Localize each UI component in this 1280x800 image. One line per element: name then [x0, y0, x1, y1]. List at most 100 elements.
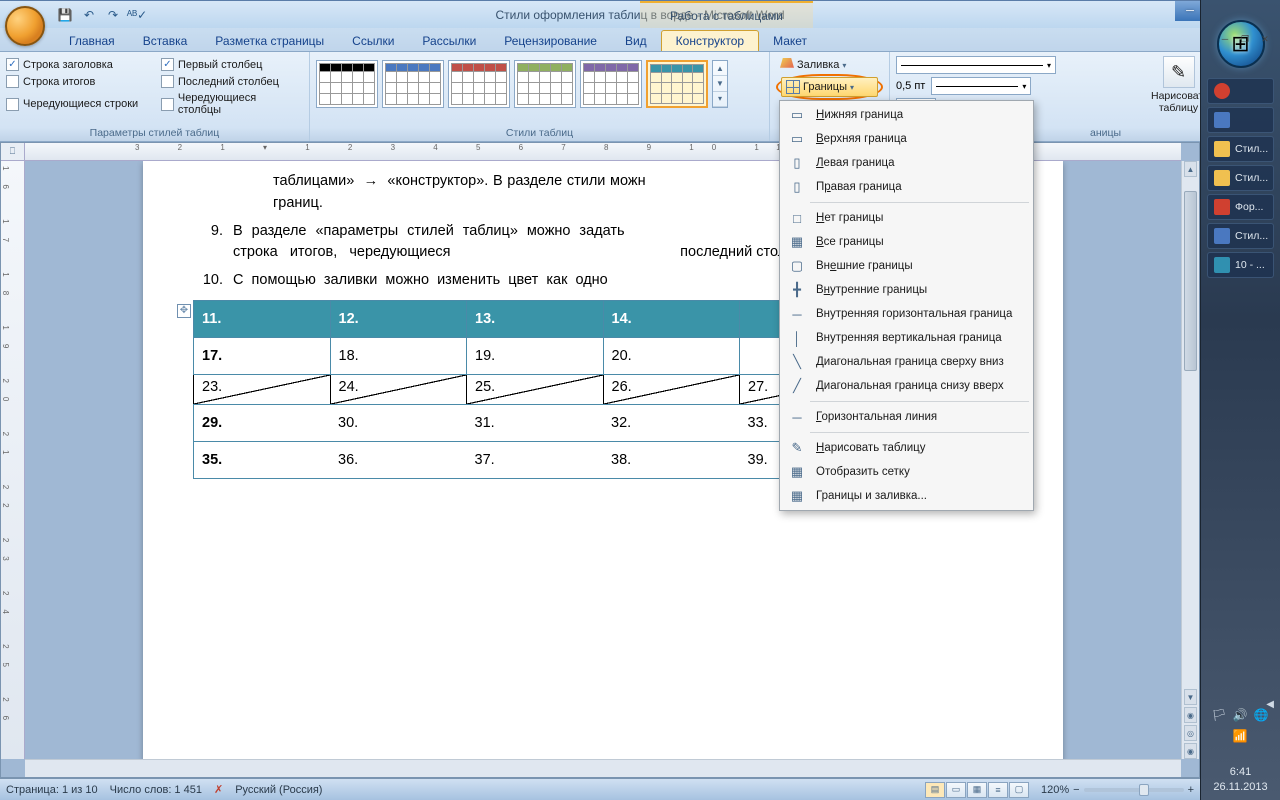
browse-object-icon[interactable]: ◎ — [1184, 725, 1197, 741]
prev-page-icon[interactable]: ◉ — [1184, 707, 1197, 723]
tab-insert[interactable]: Вставка — [129, 31, 202, 51]
status-word-count[interactable]: Число слов: 1 451 — [110, 784, 202, 796]
tab-design[interactable]: Конструктор — [661, 30, 759, 51]
dropdown-item[interactable]: ▭Нижняя граница — [782, 103, 1031, 127]
dropdown-item[interactable]: ╋Внутренние границы — [782, 278, 1031, 302]
dropdown-item[interactable]: ─Горизонтальная линия — [782, 405, 1031, 429]
view-outline[interactable]: ≡ — [988, 782, 1008, 798]
view-full-screen[interactable]: ▭ — [946, 782, 966, 798]
doc-minimize-icon[interactable]: ─ — [1216, 31, 1234, 47]
proofing-icon[interactable]: ✗ — [214, 783, 223, 796]
taskbar-item[interactable]: Стил... — [1207, 165, 1274, 191]
tab-view[interactable]: Вид — [611, 31, 661, 51]
style-thumb[interactable] — [514, 60, 576, 108]
scrollbar-vertical[interactable]: ▲ ▼ ◉ ◎ ◉ — [1181, 161, 1199, 759]
dropdown-item[interactable]: ▦Отобразить сетку — [782, 460, 1031, 484]
dropdown-item[interactable]: □Нет границы — [782, 206, 1031, 230]
view-print-layout[interactable]: ▤ — [925, 782, 945, 798]
style-thumb[interactable] — [448, 60, 510, 108]
zoom-slider[interactable] — [1084, 788, 1184, 792]
table-cell[interactable]: 14. — [603, 300, 740, 337]
borders-button[interactable]: Границы▾ — [781, 77, 878, 97]
taskbar-clock[interactable]: 6:41 26.11.2013 — [1201, 765, 1280, 794]
table-cell[interactable]: 32. — [603, 404, 740, 441]
view-web[interactable]: ▦ — [967, 782, 987, 798]
dropdown-item[interactable]: ▢Внешние границы — [782, 254, 1031, 278]
draw-table-button[interactable]: ✎Нарисовать таблицу — [1151, 56, 1206, 114]
table-cell[interactable]: 26. — [603, 374, 740, 404]
pen-weight-select[interactable]: ▾ — [931, 77, 1031, 95]
scroll-down-icon[interactable]: ▼ — [1184, 689, 1197, 705]
ruler-vertical[interactable]: 16 17 18 19 20 21 22 23 24 25 26 — [1, 161, 25, 759]
status-page[interactable]: Страница: 1 из 10 — [6, 784, 98, 796]
taskbar-item[interactable]: Фор... — [1207, 194, 1274, 220]
spellcheck-icon[interactable]: ᴬᴮ✓ — [127, 5, 147, 25]
redo-icon[interactable]: ↷ — [103, 5, 123, 25]
volume-icon[interactable]: 🔊 — [1233, 708, 1249, 724]
zoom-thumb[interactable] — [1139, 784, 1149, 796]
style-thumb[interactable] — [382, 60, 444, 108]
dropdown-item[interactable]: ▯Правая граница — [782, 175, 1031, 199]
dropdown-item[interactable]: ─Внутренняя горизонтальная граница — [782, 302, 1031, 326]
wifi-icon[interactable]: 📶 — [1233, 729, 1249, 745]
table-cell[interactable]: 19. — [467, 337, 604, 374]
table-cell[interactable]: 35. — [194, 441, 331, 478]
chk-first-column[interactable]: ✓Первый столбец — [161, 58, 301, 71]
taskbar-item[interactable] — [1207, 107, 1274, 133]
view-draft[interactable]: ▢ — [1009, 782, 1029, 798]
tab-references[interactable]: Ссылки — [338, 31, 408, 51]
table-cell[interactable]: 30. — [330, 404, 467, 441]
style-thumb-selected[interactable] — [646, 60, 708, 108]
style-thumb[interactable] — [316, 60, 378, 108]
style-thumb[interactable] — [580, 60, 642, 108]
next-page-icon[interactable]: ◉ — [1184, 743, 1197, 759]
taskbar-item[interactable]: 10 - ... — [1207, 252, 1274, 278]
table-cell[interactable]: 17. — [194, 337, 331, 374]
gallery-more-button[interactable]: ▲▼▾ — [712, 60, 728, 108]
table-cell[interactable]: 12. — [330, 300, 467, 337]
table-cell[interactable]: 38. — [603, 441, 740, 478]
scroll-up-icon[interactable]: ▲ — [1184, 161, 1197, 177]
dropdown-item[interactable]: ✎Нарисовать таблицу — [782, 436, 1031, 460]
chk-header-row[interactable]: ✓Строка заголовка — [6, 58, 146, 71]
dropdown-item[interactable]: ▭Верхняя граница — [782, 127, 1031, 151]
chk-total-row[interactable]: Строка итогов — [6, 75, 146, 88]
taskbar-item[interactable]: Стил... — [1207, 223, 1274, 249]
table-cell[interactable]: 11. — [194, 300, 331, 337]
dropdown-item[interactable]: ▦Все границы — [782, 230, 1031, 254]
chk-banded-columns[interactable]: Чередующиеся столбцы — [161, 92, 301, 116]
table-cell[interactable]: 20. — [603, 337, 740, 374]
table-cell[interactable]: 31. — [467, 404, 604, 441]
table-cell[interactable]: 23. — [194, 374, 331, 404]
tab-home[interactable]: Главная — [55, 31, 129, 51]
ruler-corner[interactable]: ⎕ — [1, 143, 25, 161]
chk-last-column[interactable]: Последний столбец — [161, 75, 301, 88]
tab-page-layout[interactable]: Разметка страницы — [201, 31, 338, 51]
table-move-handle[interactable]: ✥ — [177, 304, 191, 318]
taskbar-item[interactable] — [1207, 78, 1274, 104]
scrollbar-horizontal[interactable] — [25, 759, 1181, 777]
doc-restore-icon[interactable]: ❐ — [1236, 31, 1254, 47]
table-cell[interactable]: 13. — [467, 300, 604, 337]
table-cell[interactable]: 37. — [467, 441, 604, 478]
save-icon[interactable]: 💾 — [55, 5, 75, 25]
pen-style-select[interactable]: ▾ — [896, 56, 1056, 74]
scroll-thumb[interactable] — [1184, 191, 1197, 371]
taskbar-item[interactable]: Стил... — [1207, 136, 1274, 162]
dropdown-item[interactable]: ╲Диагональная граница сверху вниз — [782, 350, 1031, 374]
table-cell[interactable]: 29. — [194, 404, 331, 441]
table-cell[interactable]: 25. — [467, 374, 604, 404]
tab-layout[interactable]: Макет — [759, 31, 821, 51]
zoom-level[interactable]: 120% — [1041, 784, 1069, 796]
dropdown-item[interactable]: │Внутренняя вертикальная граница — [782, 326, 1031, 350]
office-button[interactable] — [5, 6, 45, 46]
dropdown-item[interactable]: ▦Границы и заливка... — [782, 484, 1031, 508]
zoom-out-button[interactable]: − — [1073, 784, 1079, 796]
flag-icon[interactable]: 🏳 — [1212, 708, 1228, 724]
tab-mailings[interactable]: Рассылки — [408, 31, 490, 51]
status-language[interactable]: Русский (Россия) — [235, 784, 322, 796]
dropdown-item[interactable]: ╱Диагональная граница снизу вверх — [782, 374, 1031, 398]
zoom-in-button[interactable]: + — [1188, 784, 1194, 796]
table-cell[interactable]: 18. — [330, 337, 467, 374]
tab-review[interactable]: Рецензирование — [490, 31, 611, 51]
